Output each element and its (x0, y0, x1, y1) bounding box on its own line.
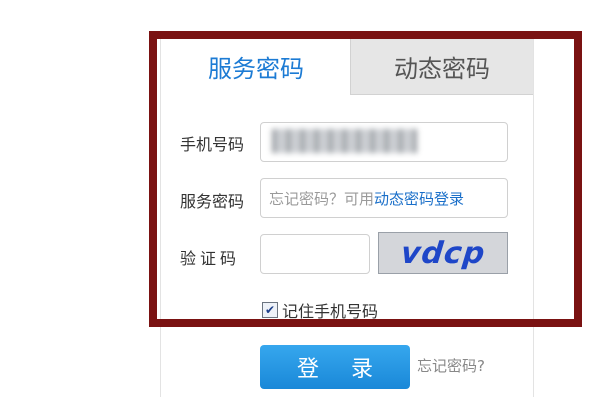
password-hint: 忘记密码？可用 (269, 189, 375, 208)
tab-dynamic-password[interactable]: 动态密码 (350, 38, 533, 95)
captcha-input[interactable] (260, 234, 370, 274)
password-label: 服务密码 (180, 192, 245, 211)
checkbox-checked-icon[interactable]: ✔ (262, 302, 278, 318)
remember-label: 记住手机号码 (282, 302, 379, 321)
remember-phone-checkbox[interactable]: ✔ 记住手机号码 (262, 298, 378, 322)
captcha-text: vdcp (399, 235, 487, 271)
forgot-password-link[interactable]: 忘记密码? (417, 355, 485, 376)
phone-label: 手机号码 (180, 135, 245, 154)
captcha-label: 验证码 (180, 249, 241, 268)
login-button[interactable]: 登录 (260, 345, 410, 389)
masked-phone-number (272, 129, 417, 153)
tab-service-password[interactable]: 服务密码 (162, 38, 350, 94)
dynamic-login-link[interactable]: 动态密码登录 (374, 188, 464, 209)
captcha-image[interactable]: vdcp (378, 232, 508, 274)
password-input[interactable]: 忘记密码？可用 动态密码登录 (260, 178, 508, 218)
